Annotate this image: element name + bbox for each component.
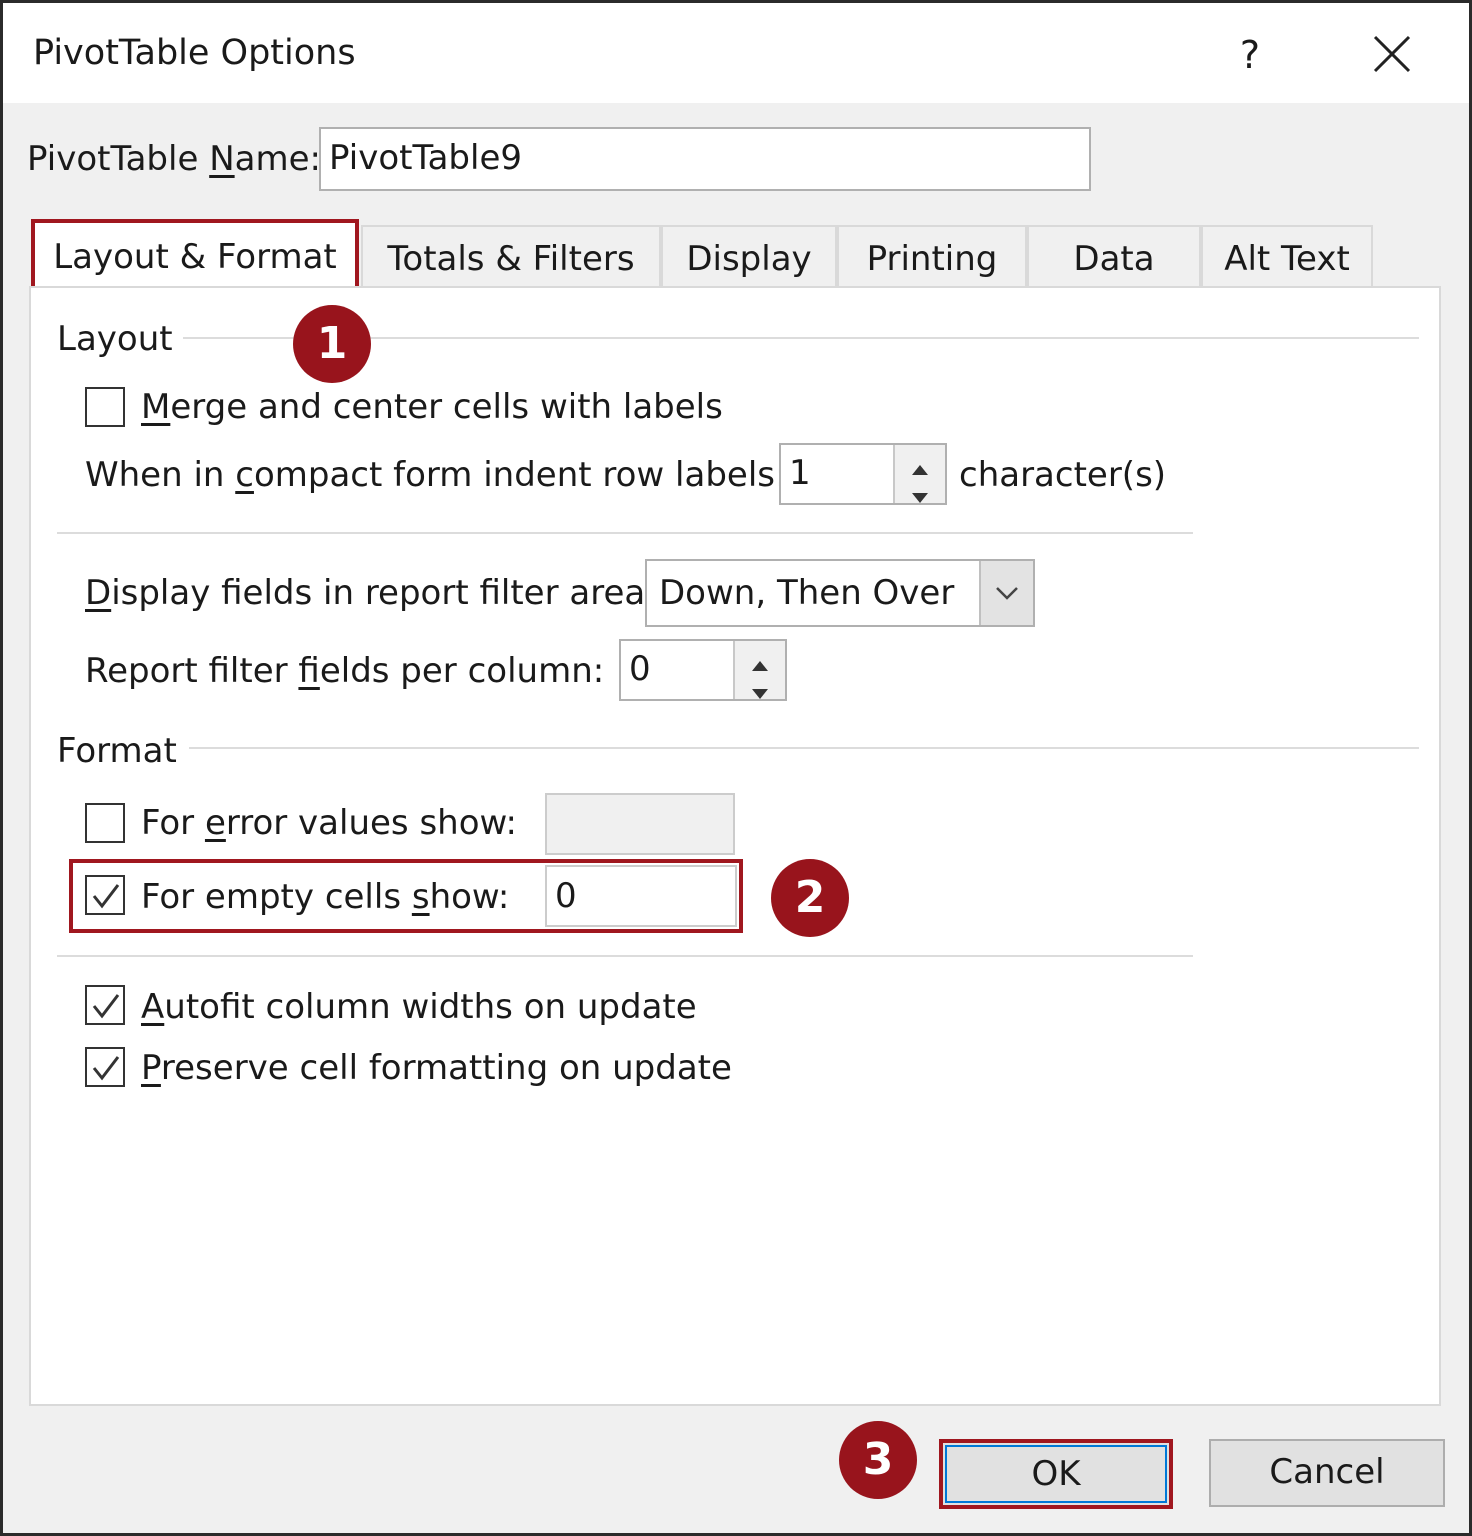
close-button[interactable] (1363, 25, 1423, 85)
compact-indent-stepper[interactable]: 1 (779, 443, 947, 505)
dialog-title: PivotTable Options (33, 33, 356, 73)
callout-badge-3: 3 (839, 1421, 917, 1499)
tab-panel (29, 286, 1441, 1406)
pivottable-options-dialog: PivotTable Options ? PivotTable Name: Pi… (0, 0, 1472, 1536)
dropdown-arrow[interactable] (979, 561, 1033, 625)
indent-down-button[interactable] (895, 474, 945, 503)
tab-data[interactable]: Data (1027, 225, 1201, 287)
format-group-divider (189, 747, 1419, 749)
preserve-formatting-checkbox[interactable] (85, 1047, 125, 1087)
filter-up-button[interactable] (735, 641, 785, 671)
error-values-label: For error values show: (141, 803, 517, 843)
filter-spinner (733, 641, 785, 699)
format-separator (57, 955, 1193, 957)
filter-fields-label: Report filter fields per column: (85, 651, 605, 691)
title-bar: PivotTable Options ? (3, 3, 1469, 103)
indent-spinner (893, 445, 945, 503)
error-values-input[interactable] (545, 793, 735, 855)
tab-display[interactable]: Display (661, 225, 837, 287)
pivottable-name-input[interactable]: PivotTable9 (319, 127, 1091, 191)
checkmark-icon (92, 994, 120, 1019)
arrow-down-icon (752, 689, 768, 699)
close-icon (1373, 35, 1411, 73)
compact-indent-label: When in compact form indent row labels: (85, 455, 787, 495)
characters-suffix-label: character(s) (959, 455, 1167, 495)
help-button[interactable]: ? (1225, 25, 1275, 85)
pivottable-name-label: PivotTable Name: (27, 139, 321, 179)
callout-badge-1: 1 (293, 305, 371, 383)
layout-separator (57, 532, 1193, 534)
filter-fields-stepper[interactable]: 0 (619, 639, 787, 701)
ok-button[interactable]: OK (939, 1439, 1173, 1509)
autofit-checkbox[interactable] (85, 985, 125, 1025)
filter-down-button[interactable] (735, 670, 785, 699)
layout-group-heading: Layout (57, 319, 173, 359)
tab-totals-filters[interactable]: Totals & Filters (361, 225, 661, 287)
display-fields-label: Display fields in report filter area: (85, 573, 657, 613)
checkmark-icon (92, 1056, 120, 1081)
tab-printing[interactable]: Printing (837, 225, 1027, 287)
preserve-formatting-label: Preserve cell formatting on update (141, 1048, 732, 1088)
callout-badge-2: 2 (771, 859, 849, 937)
chevron-down-icon (996, 587, 1018, 600)
tab-alt-text[interactable]: Alt Text (1201, 225, 1373, 287)
format-group-heading: Format (57, 731, 177, 771)
help-icon: ? (1239, 33, 1261, 77)
display-fields-dropdown[interactable]: Down, Then Over (645, 559, 1035, 627)
error-values-checkbox[interactable] (85, 803, 125, 843)
merge-center-label: Merge and center cells with labels (141, 387, 723, 427)
indent-up-button[interactable] (895, 445, 945, 475)
cancel-button[interactable]: Cancel (1209, 1439, 1445, 1507)
autofit-label: Autofit column widths on update (141, 987, 697, 1027)
merge-center-checkbox[interactable] (85, 387, 125, 427)
empty-cells-highlight (69, 859, 743, 933)
arrow-down-icon (912, 493, 928, 503)
